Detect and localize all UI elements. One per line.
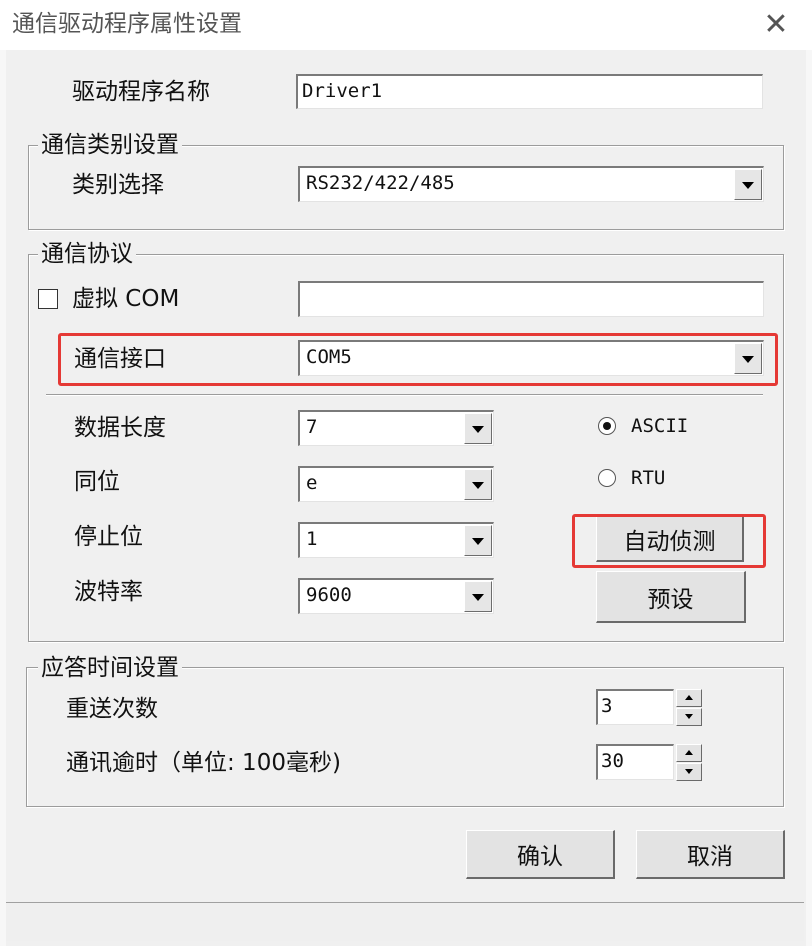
response-time-legend: 应答时间设置 — [38, 654, 182, 682]
comm-port-value: COM5 — [306, 346, 352, 368]
close-icon[interactable]: ✕ — [752, 6, 800, 46]
stop-bits-select[interactable]: 1 — [298, 522, 494, 558]
chevron-down-icon[interactable] — [464, 581, 492, 612]
data-length-value: 7 — [306, 416, 318, 438]
comm-type-label: 类别选择 — [72, 172, 164, 198]
timeout-increment[interactable] — [676, 744, 702, 762]
virtual-com-input[interactable] — [298, 281, 764, 317]
data-length-label: 数据长度 — [74, 415, 166, 441]
chevron-down-icon[interactable] — [734, 169, 762, 200]
parity-label: 同位 — [74, 469, 120, 495]
data-length-select[interactable]: 7 — [298, 410, 494, 446]
retry-count-input[interactable]: 3 — [596, 689, 674, 725]
background-window-edge-right — [806, 50, 812, 946]
stop-bits-value: 1 — [306, 528, 318, 550]
virtual-com-checkbox[interactable] — [38, 289, 58, 309]
baud-rate-select[interactable]: 9600 — [298, 578, 494, 614]
background-window-edge-left — [0, 50, 6, 946]
comm-port-label: 通信接口 — [74, 346, 166, 372]
rtu-radio[interactable] — [598, 469, 616, 487]
virtual-com-label: 虚拟 COM — [72, 286, 180, 312]
chevron-down-icon — [685, 769, 693, 774]
comm-type-value: RS232/422/485 — [306, 172, 455, 194]
chevron-down-icon[interactable] — [734, 343, 762, 374]
chevron-up-icon — [685, 695, 693, 700]
preset-button[interactable]: 预设 — [596, 571, 746, 623]
timeout-input[interactable]: 30 — [596, 744, 674, 780]
comm-type-select[interactable]: RS232/422/485 — [298, 166, 764, 202]
comm-type-legend: 通信类别设置 — [38, 131, 182, 159]
ascii-label: ASCII — [631, 415, 689, 437]
ascii-radio[interactable] — [598, 417, 616, 435]
auto-detect-button[interactable]: 自动侦测 — [596, 516, 744, 562]
stop-bits-label: 停止位 — [74, 524, 143, 550]
baud-rate-label: 波特率 — [74, 579, 143, 605]
chevron-up-icon — [685, 750, 693, 755]
title-bar: 通信驱动程序属性设置 ✕ — [0, 0, 812, 50]
baud-rate-value: 9600 — [306, 584, 352, 606]
rtu-label: RTU — [631, 467, 666, 489]
timeout-label: 通讯逾时（单位: 100毫秒) — [66, 750, 341, 776]
cancel-button[interactable]: 取消 — [636, 830, 785, 879]
comm-port-select[interactable]: COM5 — [298, 340, 764, 376]
chevron-down-icon[interactable] — [464, 413, 492, 444]
window-title: 通信驱动程序属性设置 — [12, 11, 242, 37]
response-time-group — [26, 667, 784, 807]
retry-count-increment[interactable] — [676, 689, 702, 707]
timeout-decrement[interactable] — [676, 763, 702, 781]
driver-name-label: 驱动程序名称 — [72, 79, 210, 105]
protocol-divider — [46, 394, 763, 396]
parity-select[interactable]: e — [298, 466, 494, 502]
retry-count-decrement[interactable] — [676, 708, 702, 726]
chevron-down-icon[interactable] — [464, 525, 492, 556]
status-bar — [6, 902, 804, 941]
retry-count-label: 重送次数 — [66, 696, 158, 722]
chevron-down-icon — [685, 714, 693, 719]
protocol-legend: 通信协议 — [38, 240, 136, 268]
chevron-down-icon[interactable] — [464, 469, 492, 500]
parity-value: e — [306, 472, 318, 494]
ok-button[interactable]: 确认 — [466, 830, 615, 879]
driver-name-input[interactable]: Driver1 — [296, 74, 763, 109]
